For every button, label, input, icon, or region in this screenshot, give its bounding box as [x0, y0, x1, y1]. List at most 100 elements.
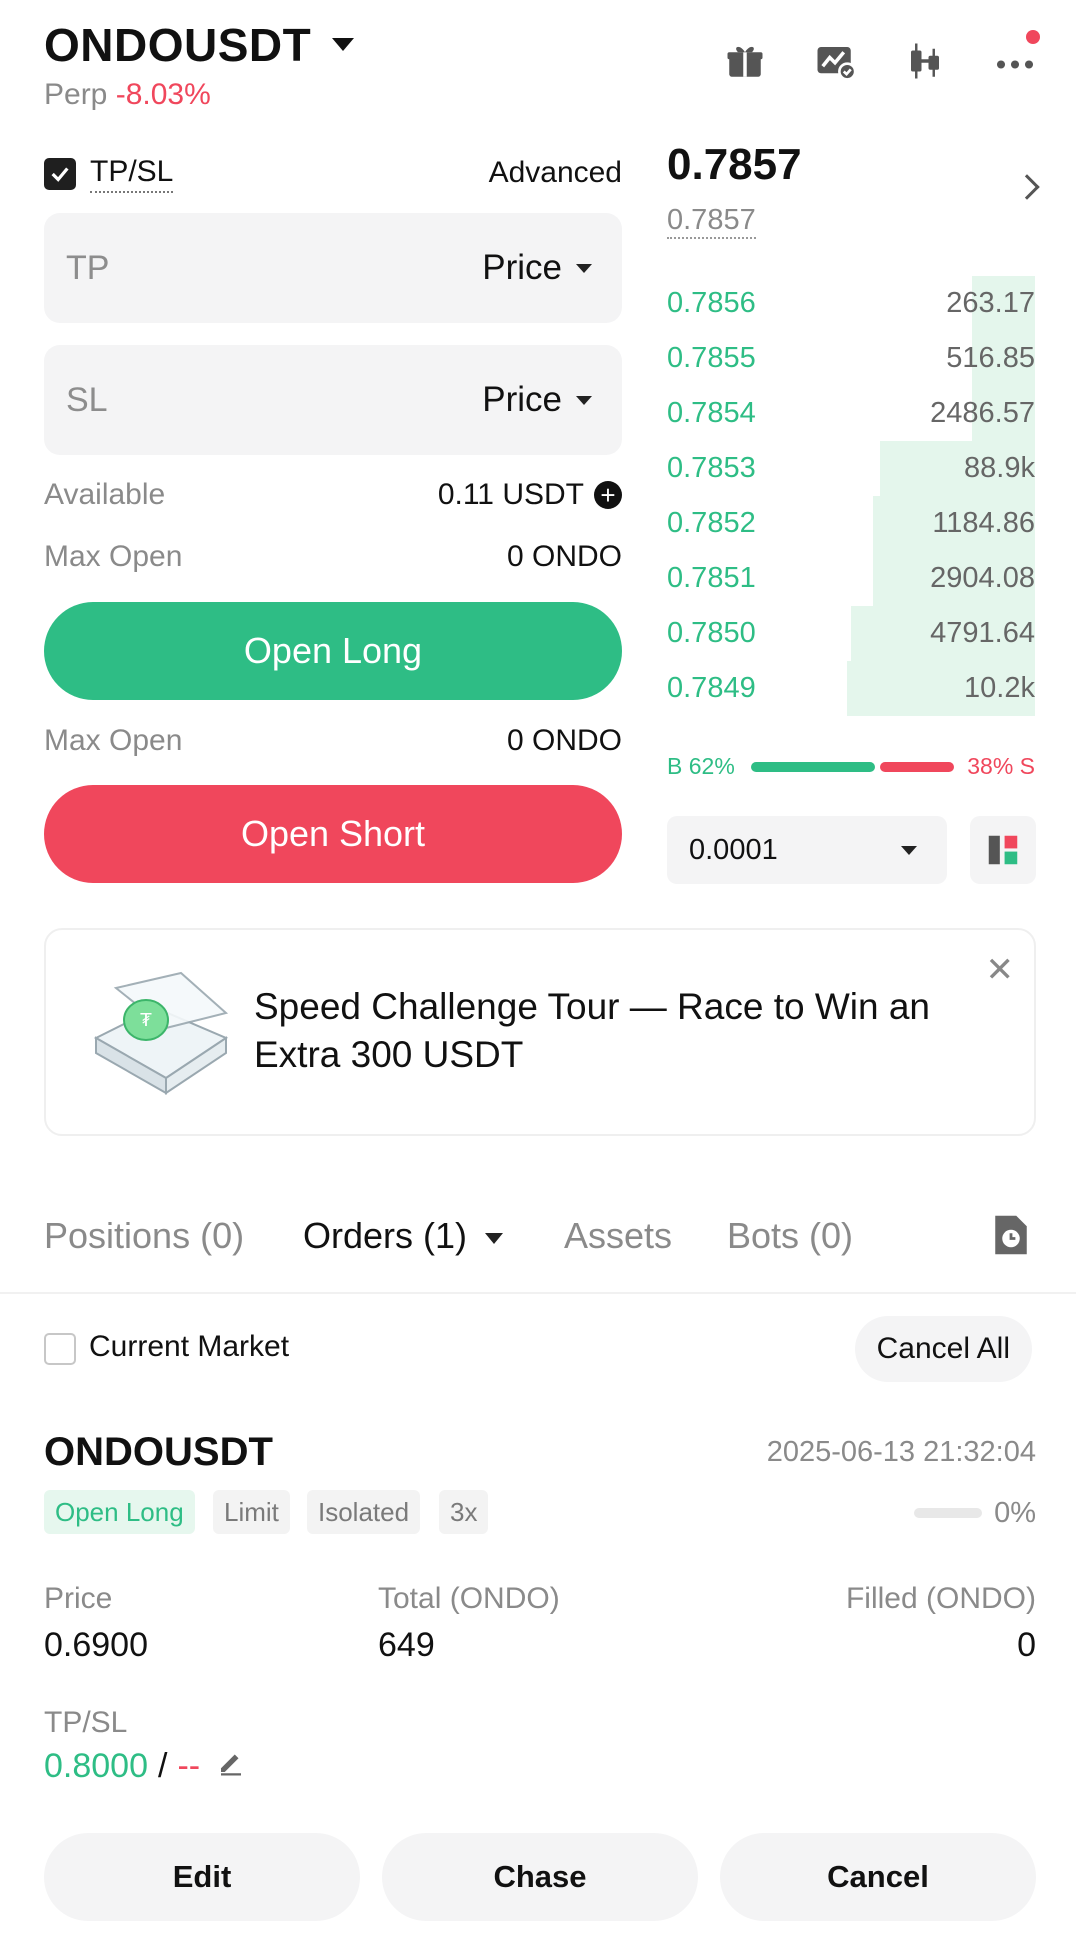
- bid-price: 0.7849: [667, 672, 756, 704]
- tag-order-type: Limit: [213, 1490, 290, 1534]
- precision-select[interactable]: 0.0001: [667, 816, 947, 884]
- tpsl-checkbox[interactable]: [44, 158, 76, 190]
- more-icon[interactable]: [994, 30, 1040, 82]
- notification-dot: [1026, 30, 1040, 44]
- bid-qty: 263.17: [946, 287, 1035, 319]
- close-icon[interactable]: ✕: [986, 950, 1015, 990]
- header-toolbar: [724, 30, 1040, 82]
- bid-price: 0.7856: [667, 287, 756, 319]
- available-label: Available: [44, 478, 166, 511]
- caret-down-icon: [576, 395, 592, 405]
- bid-price: 0.7853: [667, 452, 756, 484]
- sell-ratio: 38% S: [967, 753, 1035, 779]
- svg-text:₮: ₮: [140, 1010, 152, 1031]
- price-value: 0.6900: [44, 1626, 148, 1664]
- order-tpsl-value: 0.8000 / --: [44, 1747, 246, 1786]
- contract-type: Perp: [44, 78, 108, 111]
- sl-input[interactable]: SL Price: [44, 345, 622, 455]
- max-open-long-row: Max Open 0 ONDO: [44, 540, 622, 574]
- orderbook-row[interactable]: 0.7852 1184.86: [667, 496, 1035, 551]
- bid-qty: 2904.08: [930, 562, 1035, 594]
- open-long-button[interactable]: Open Long: [44, 602, 622, 700]
- tp-placeholder: TP: [66, 248, 110, 287]
- caret-down-icon: [901, 845, 917, 855]
- bid-price: 0.7852: [667, 507, 756, 539]
- bid-qty: 2486.57: [930, 397, 1035, 429]
- tpsl-toggle[interactable]: TP/SL: [44, 155, 174, 193]
- orderbook-row[interactable]: 0.7855 516.85: [667, 331, 1035, 386]
- tab-orders-label: Orders (1): [303, 1215, 468, 1256]
- order-tpsl-label: TP/SL: [44, 1706, 128, 1739]
- max-open-short-value: 0 ONDO: [506, 724, 622, 757]
- bid-qty: 516.85: [946, 342, 1035, 374]
- orderbook-row[interactable]: 0.7851 2904.08: [667, 551, 1035, 606]
- filled-progress-bar: [914, 1508, 982, 1518]
- order-symbol[interactable]: ONDOUSDT: [44, 1430, 273, 1475]
- gift-icon[interactable]: [724, 40, 766, 82]
- orderbook-row[interactable]: 0.7850 4791.64: [667, 606, 1035, 661]
- cancel-button[interactable]: Cancel: [720, 1833, 1036, 1921]
- tab-orders[interactable]: Orders (1): [303, 1215, 504, 1257]
- edit-button[interactable]: Edit: [44, 1833, 360, 1921]
- filled-percent: 0%: [994, 1497, 1036, 1529]
- bid-qty: 10.2k: [964, 672, 1035, 704]
- order-time: 2025-06-13 21:32:04: [766, 1436, 1036, 1468]
- filled-value: 0: [1017, 1626, 1036, 1664]
- advanced-link[interactable]: Advanced: [489, 156, 622, 190]
- tpsl-separator: /: [158, 1747, 168, 1785]
- buy-ratio-bar: [751, 762, 875, 772]
- promo-image: ₮: [86, 968, 232, 1103]
- orderbook-row[interactable]: 0.7854 2486.57: [667, 386, 1035, 441]
- available-value: 0.11 USDT: [437, 478, 584, 511]
- bid-price: 0.7854: [667, 397, 756, 429]
- tpsl-label: TP/SL: [90, 155, 174, 193]
- sl-type-label: Price: [482, 380, 562, 419]
- tab-bots[interactable]: Bots (0): [727, 1215, 853, 1257]
- bid-qty: 1184.86: [932, 507, 1035, 539]
- tab-positions[interactable]: Positions (0): [44, 1215, 244, 1257]
- symbol-subtitle: Perp -8.03%: [44, 78, 211, 112]
- sell-ratio-bar: [880, 762, 954, 772]
- bid-price: 0.7851: [667, 562, 756, 594]
- tab-assets[interactable]: Assets: [564, 1215, 672, 1257]
- tp-input[interactable]: TP Price: [44, 213, 622, 323]
- bid-qty: 88.9k: [964, 452, 1035, 484]
- chevron-right-icon[interactable]: [1014, 174, 1040, 200]
- order-history-icon[interactable]: [990, 1212, 1032, 1263]
- sl-placeholder: SL: [66, 380, 108, 419]
- orderbook-row[interactable]: 0.7856 263.17: [667, 276, 1035, 331]
- max-open-label: Max Open: [44, 540, 183, 573]
- promo-text: Speed Challenge Tour — Race to Win an Ex…: [254, 986, 930, 1075]
- caret-down-icon: [576, 263, 592, 273]
- current-market-label[interactable]: Current Market: [89, 1330, 289, 1364]
- orderbook-layout-button[interactable]: [970, 816, 1036, 884]
- tag-leverage: 3x: [439, 1490, 489, 1534]
- mark-price[interactable]: 0.7857: [667, 204, 756, 239]
- tag-side: Open Long: [44, 1490, 195, 1534]
- tp-type-select[interactable]: Price: [482, 248, 592, 288]
- tp-type-label: Price: [482, 248, 562, 287]
- current-market-checkbox[interactable]: [44, 1333, 76, 1365]
- symbol-title[interactable]: ONDOUSDT: [44, 18, 311, 72]
- sl-value: --: [177, 1747, 201, 1785]
- add-funds-icon[interactable]: +: [594, 481, 622, 509]
- candlestick-icon[interactable]: [904, 40, 946, 82]
- last-price: 0.7857: [667, 140, 802, 189]
- cancel-all-button[interactable]: Cancel All: [854, 1316, 1032, 1382]
- orderbook-row[interactable]: 0.7849 10.2k: [667, 661, 1035, 716]
- chart-check-icon[interactable]: [814, 40, 856, 82]
- max-open-label: Max Open: [44, 724, 183, 757]
- chase-button[interactable]: Chase: [382, 1833, 698, 1921]
- max-open-short-row: Max Open 0 ONDO: [44, 724, 622, 758]
- open-short-button[interactable]: Open Short: [44, 785, 622, 883]
- edit-pencil-icon[interactable]: [216, 1747, 246, 1786]
- price-label: Price: [44, 1582, 113, 1615]
- sl-type-select[interactable]: Price: [482, 380, 592, 420]
- tag-margin-mode: Isolated: [307, 1490, 421, 1534]
- available-row: Available 0.11 USDT +: [44, 478, 622, 512]
- symbol-dropdown-icon[interactable]: [332, 38, 354, 51]
- precision-value: 0.0001: [689, 833, 778, 866]
- orderbook-row[interactable]: 0.7853 88.9k: [667, 441, 1035, 496]
- filled-label: Filled (ONDO): [845, 1582, 1036, 1615]
- max-open-long-value: 0 ONDO: [506, 540, 622, 573]
